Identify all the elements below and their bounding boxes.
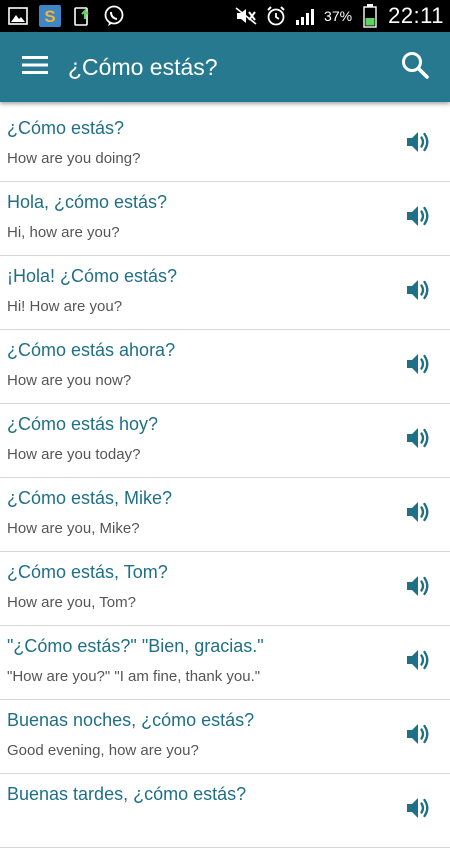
phrase-row[interactable]: ¿Cómo estás, Mike? How are you, Mike?	[0, 478, 450, 552]
phrase-english: Good evening, how are you?	[7, 742, 199, 759]
svg-text:S: S	[44, 7, 55, 26]
system-icons: 37% 22:11	[234, 3, 444, 29]
battery-percent: 37%	[324, 8, 353, 24]
phrase-row[interactable]: ¿Cómo estás? How are you doing?	[0, 108, 450, 182]
phrase-english: How are you, Mike?	[7, 520, 140, 537]
menu-button[interactable]	[20, 52, 50, 82]
phrase-row[interactable]: ¡Hola! ¿Cómo estás? Hi! How are you?	[0, 256, 450, 330]
phrase-spanish: ¿Cómo estás, Mike?	[7, 488, 173, 508]
phrase-row[interactable]: Hola, ¿cómo estás? Hi, how are you?	[0, 182, 450, 256]
phrase-row[interactable]: ¿Cómo estás ahora? How are you now?	[0, 330, 450, 404]
gallery-icon	[6, 4, 30, 28]
phrase-spanish: Buenas tardes, ¿cómo estás?	[7, 784, 247, 804]
phrase-spanish: Hola, ¿cómo estás?	[7, 192, 168, 212]
phrase-spanish: Buenas noches, ¿cómo estás?	[7, 710, 255, 730]
phrase-spanish: ¿Cómo estás, Tom?	[7, 562, 168, 582]
phrase-row[interactable]: "¿Cómo estás?" "Bien, gracias." "How are…	[0, 626, 450, 700]
phrase-english: How are you, Tom?	[7, 594, 136, 611]
phrase-row[interactable]: ¿Cómo estás hoy? How are you today?	[0, 404, 450, 478]
mute-icon	[234, 4, 258, 28]
phrase-spanish: "¿Cómo estás?" "Bien, gracias."	[7, 636, 264, 656]
speaker-icon[interactable]	[404, 498, 432, 526]
speaker-icon[interactable]	[404, 276, 432, 304]
phrase-english: Hi, how are you?	[7, 224, 120, 241]
speaker-icon[interactable]	[404, 350, 432, 378]
phrase-english: How are you doing?	[7, 150, 141, 167]
upload-icon	[70, 4, 94, 28]
speaker-icon[interactable]	[404, 424, 432, 452]
phrase-english: How are you now?	[7, 372, 132, 389]
search-button[interactable]	[398, 50, 432, 84]
phrase-spanish: ¿Cómo estás?	[7, 118, 125, 138]
phrase-spanish: ¿Cómo estás hoy?	[7, 414, 159, 434]
phrase-english: Hi! How are you?	[7, 298, 123, 315]
phrase-row[interactable]: ¿Cómo estás, Tom? How are you, Tom?	[0, 552, 450, 626]
battery-icon	[358, 4, 382, 28]
phrase-row[interactable]: Buenas tardes, ¿cómo estás?	[0, 774, 450, 848]
speaker-icon[interactable]	[404, 646, 432, 674]
phrase-english: "How are you?" "I am fine, thank you."	[7, 668, 261, 685]
speaker-icon[interactable]	[404, 720, 432, 748]
signal-icon	[294, 4, 318, 28]
phrase-row[interactable]: Buenas noches, ¿cómo estás? Good evening…	[0, 700, 450, 774]
speaker-icon[interactable]	[404, 794, 432, 822]
viber-icon	[102, 4, 126, 28]
phrase-list: ¿Cómo estás? How are you doing? Hola, ¿c…	[0, 108, 450, 848]
speaker-icon[interactable]	[404, 128, 432, 156]
status-bar: S 37% 22:11	[0, 0, 450, 32]
app-bar: ¿Cómo estás?	[0, 32, 450, 102]
s-app-icon: S	[38, 4, 62, 28]
alarm-icon	[264, 4, 288, 28]
speaker-icon[interactable]	[404, 572, 432, 600]
phrase-spanish: ¡Hola! ¿Cómo estás?	[7, 266, 178, 286]
phrase-spanish: ¿Cómo estás ahora?	[7, 340, 176, 360]
search-icon	[400, 50, 430, 85]
speaker-icon[interactable]	[404, 202, 432, 230]
page-title: ¿Cómo estás?	[68, 53, 218, 80]
hamburger-menu-icon	[22, 55, 48, 80]
phrase-english: How are you today?	[7, 446, 141, 463]
notification-icons: S	[6, 4, 126, 28]
clock: 22:11	[388, 3, 444, 28]
